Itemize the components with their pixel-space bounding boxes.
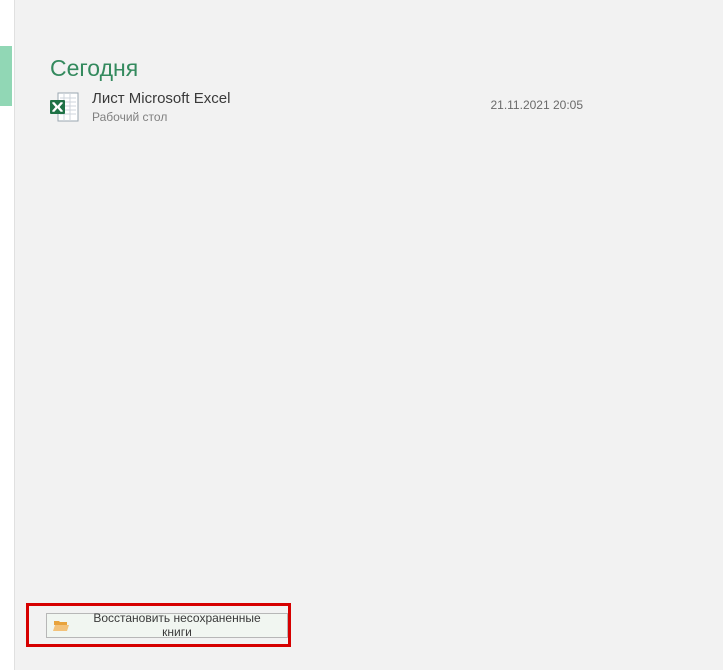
- recent-file-modified-date: 21.11.2021 20:05: [490, 98, 583, 112]
- recent-file-title: Лист Microsoft Excel: [92, 90, 490, 108]
- recent-section-heading: Сегодня: [50, 56, 138, 81]
- recover-unsaved-workbooks-button[interactable]: Восстановить несохраненные книги: [46, 613, 288, 638]
- selected-nav-marker: [0, 46, 12, 106]
- folder-open-icon: [53, 618, 69, 632]
- excel-file-icon: [50, 92, 80, 122]
- recover-button-label: Восстановить несохраненные книги: [77, 611, 277, 639]
- recent-file-row[interactable]: Лист Microsoft Excel Рабочий стол 21.11.…: [50, 90, 693, 130]
- recent-file-location: Рабочий стол: [92, 110, 490, 124]
- annotation-highlight: Восстановить несохраненные книги: [26, 603, 291, 647]
